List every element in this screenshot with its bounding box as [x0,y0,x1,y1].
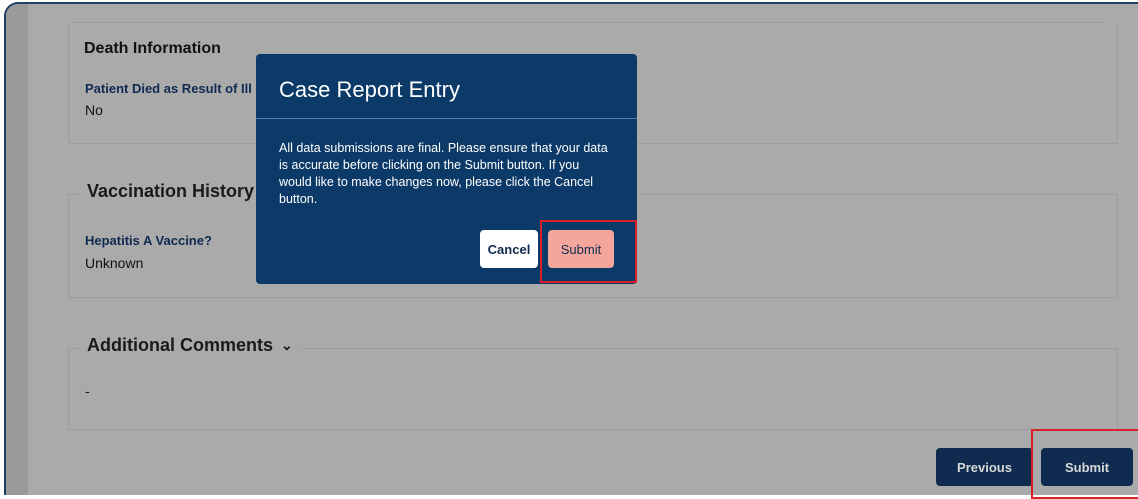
hepatitis-a-vaccine-label: Hepatitis A Vaccine? [85,233,212,248]
additional-comments-toggle[interactable]: Additional Comments ⌄ [79,335,301,356]
case-report-entry-dialog: Case Report Entry All data submissions a… [256,54,637,284]
dialog-divider [256,118,637,119]
left-sidebar-strip [6,4,28,495]
top-divider [70,22,1106,23]
hepatitis-a-vaccine-value: Unknown [85,255,144,271]
dialog-message: All data submissions are final. Please e… [279,141,608,206]
chevron-down-icon: ⌄ [281,337,293,353]
vaccination-history-title: Vaccination History [87,181,255,201]
patient-died-label: Patient Died as Result of Ill [85,81,252,96]
dialog-cancel-button[interactable]: Cancel [480,230,538,268]
previous-button[interactable]: Previous [936,448,1033,486]
death-information-heading: Death Information [84,40,221,57]
additional-comments-section: Additional Comments ⌄ - [68,335,1118,430]
submit-button[interactable]: Submit [1041,448,1133,486]
dialog-submit-button[interactable]: Submit [548,230,614,268]
additional-comments-title: Additional Comments [87,335,274,355]
dialog-title: Case Report Entry [279,77,460,102]
vaccination-history-toggle[interactable]: Vaccination History ⌄ [79,181,282,202]
additional-comments-value: - [85,383,90,399]
patient-died-value: No [85,102,103,118]
